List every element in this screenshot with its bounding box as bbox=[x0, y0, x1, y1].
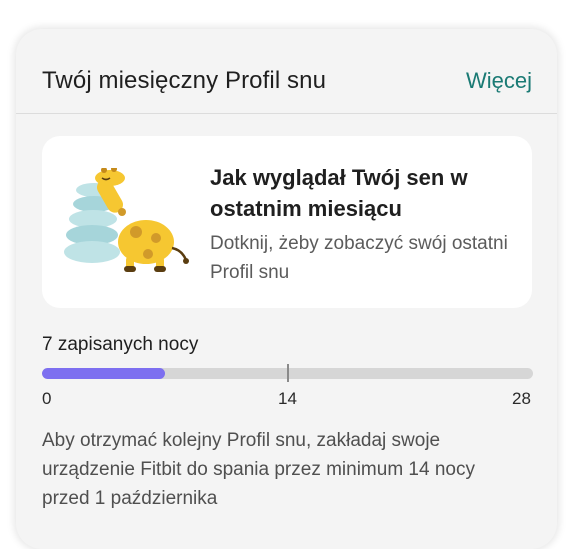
tick-label-end: 28 bbox=[512, 389, 531, 408]
info-text: Aby otrzymać kolejny Profil snu, zakłada… bbox=[42, 430, 475, 509]
more-link[interactable]: Więcej bbox=[466, 68, 532, 94]
tick-label-threshold: 14 bbox=[278, 389, 297, 408]
tile-heading: Jak wyglądał Twój sen w ostatnim miesiąc… bbox=[210, 165, 468, 221]
giraffe-sleeping-on-pillows-icon bbox=[64, 166, 190, 278]
progress-fill bbox=[42, 368, 165, 379]
tick-label-start: 0 bbox=[42, 389, 52, 408]
last-profile-tile[interactable]: Jak wyglądał Twój sen w ostatnim miesiąc… bbox=[42, 136, 532, 308]
card-title: Twój miesięczny Profil snu bbox=[42, 67, 327, 94]
tile-subtext: Dotknij, żeby zobaczyć swój ostatni Prof… bbox=[210, 233, 508, 283]
sleep-profile-card: Twój miesięczny Profil snu Więcej Jak wy… bbox=[16, 29, 557, 549]
card-header: Twój miesięczny Profil snu Więcej bbox=[16, 29, 557, 114]
threshold-marker bbox=[287, 364, 289, 382]
recorded-nights-label: 7 zapisanych nocy bbox=[42, 334, 199, 355]
